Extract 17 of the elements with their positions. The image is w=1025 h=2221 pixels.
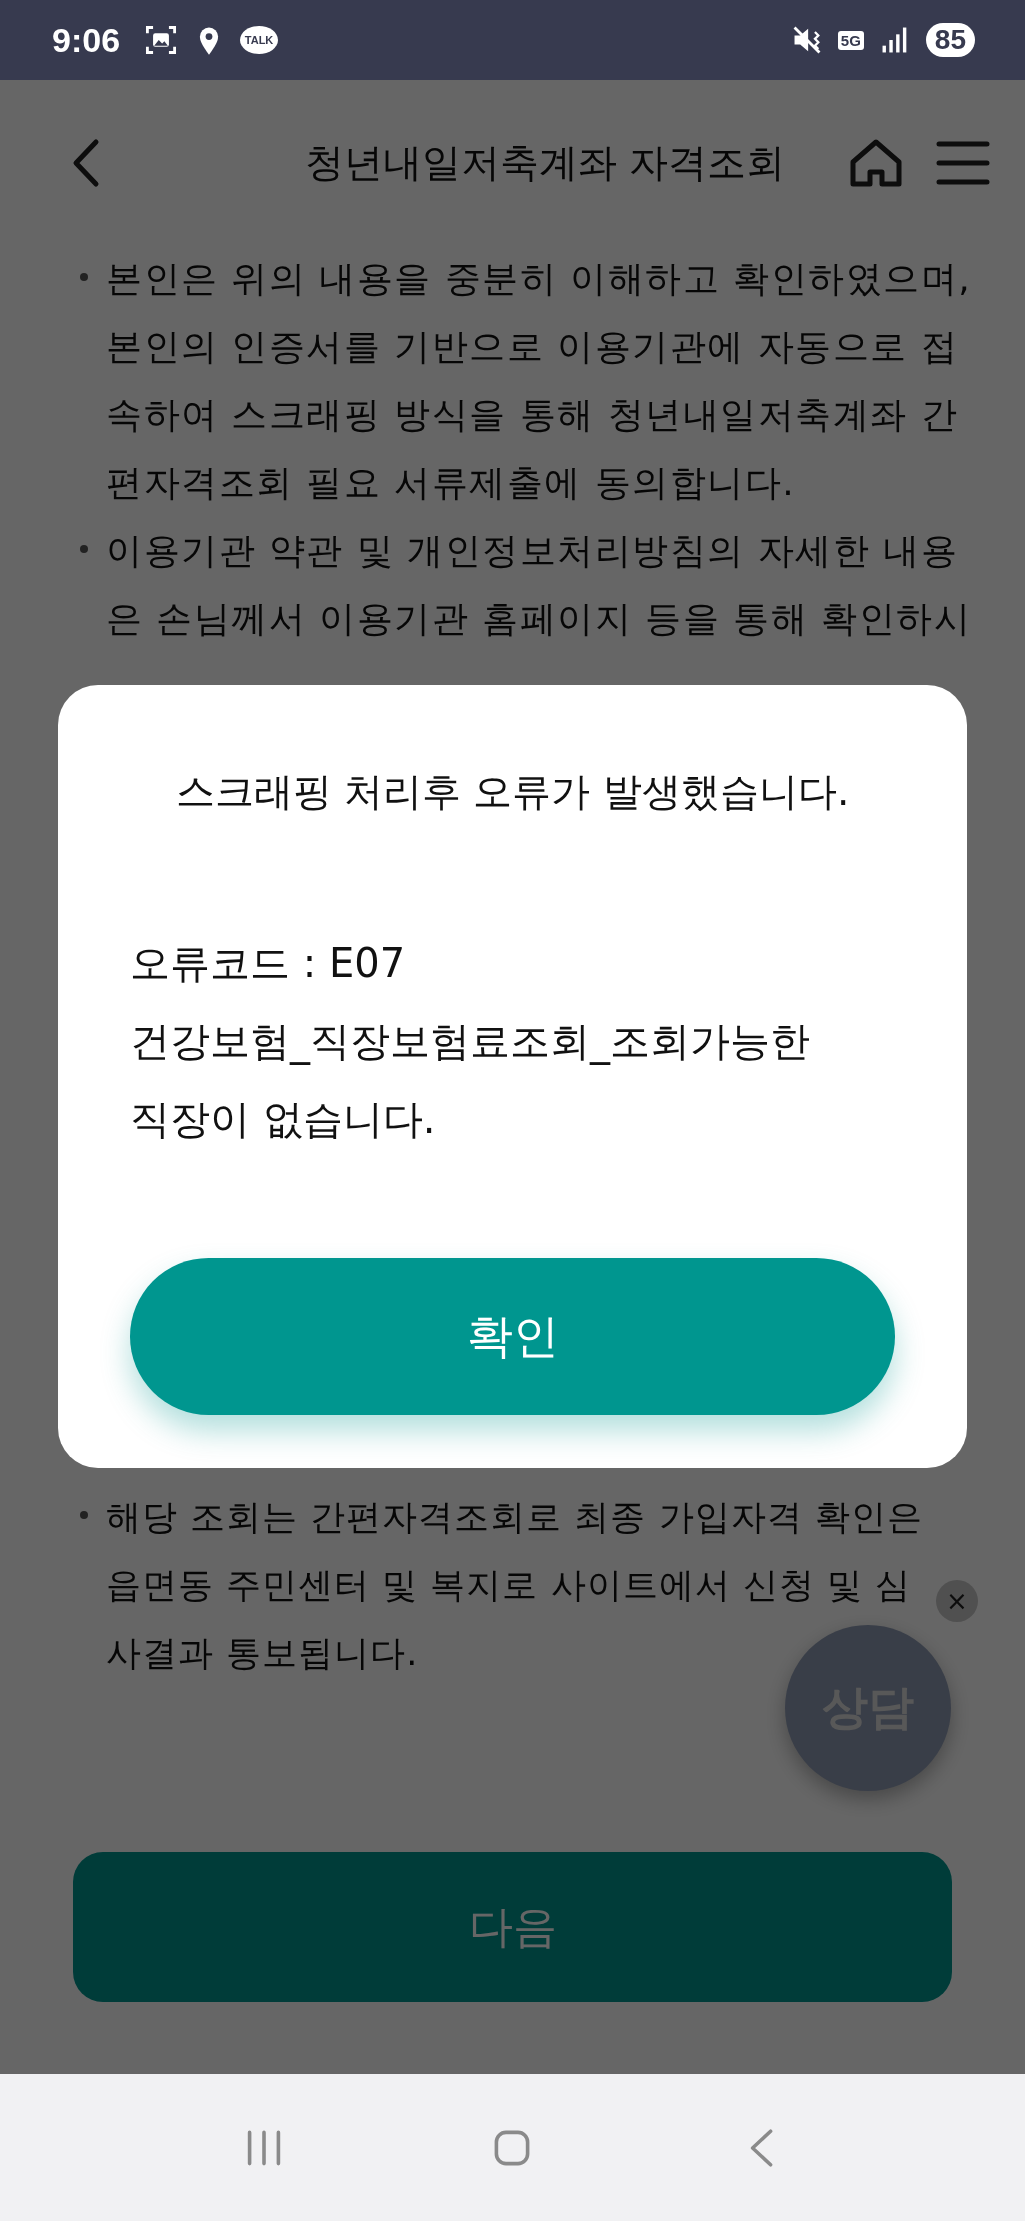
confirm-button[interactable]: 확인 [130,1258,895,1415]
screenshot-icon [144,23,179,57]
chat-app-icon: TALK [240,26,279,54]
page-title: 청년내일저축계좌 자격조회 [303,138,786,187]
error-message: 건강보험_직장보험료조회_조회가능한 직장이 없습니다. [130,1017,811,1144]
error-code: 오류코드 : E07 [130,939,407,988]
bullet-icon [80,545,88,553]
close-button[interactable]: × [936,1580,978,1622]
bullet-icon [80,273,88,281]
dialog-title: 스크래핑 처리후 오류가 발생했습니다. [174,768,851,816]
next-button[interactable]: 다음 [73,1852,952,2002]
status-time: 9:06 [52,20,121,60]
notice-text: 본인은 위의 내용을 중분히 이해하고 확인하였으며, 본인의 인증서를 기반으로 이용기관에 자동으로 접속하여 스크래핑 방식을 통해 청년내일저축계좌 간편자격조회 필요 서류제출에 동의합니다. [106,257,973,505]
notice-text: 이용기관 약관 및 개인정보처리방침의 자세한 내용은 손님께서 이용기관 홈페이지 등을 통해 확인하시 [106,529,973,641]
network-icon: 5G [837,30,864,50]
bullet-icon [80,1511,88,1519]
battery-indicator: 85 [925,23,975,57]
